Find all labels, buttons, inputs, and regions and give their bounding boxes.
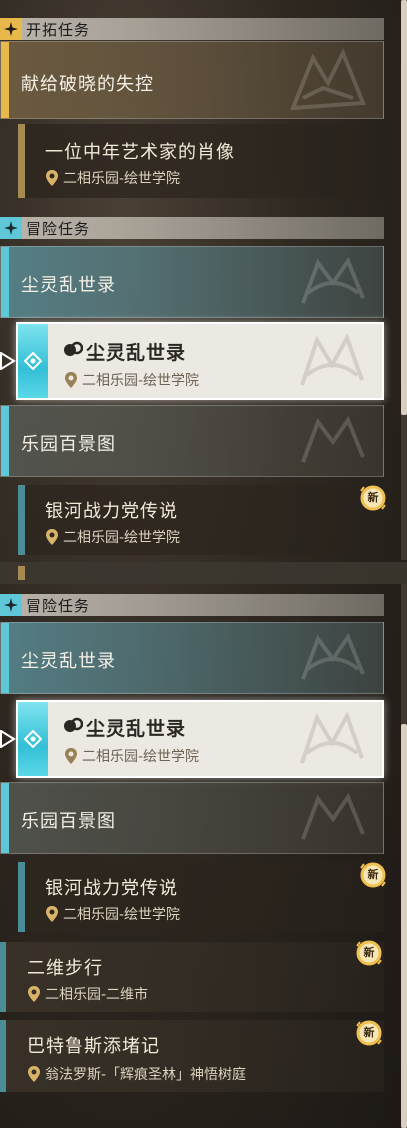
new-badge-icon: 新 [354, 938, 384, 968]
decorative-emblem-icon [289, 48, 366, 111]
decorative-emblem-icon [301, 632, 365, 680]
quest-title: 尘灵乱世录 [86, 718, 187, 740]
new-badge-icon: 新 [358, 860, 388, 890]
scrollbar-thumb[interactable] [401, 0, 407, 415]
selected-quest-item[interactable]: 尘灵乱世录 二相乐园-绘世学院 [16, 322, 384, 400]
location-text: 二相乐园-绘世学院 [82, 373, 200, 389]
decorative-emblem-icon [301, 415, 365, 463]
panel-divider [0, 562, 407, 584]
location-pin-icon [46, 529, 58, 545]
section-title: 开拓任务 [26, 20, 91, 39]
location-pin-icon [46, 906, 58, 922]
selected-accent-block [18, 324, 48, 398]
accent-bar [1, 42, 9, 118]
location-pin-icon [28, 1066, 40, 1082]
quest-accent-bar [18, 862, 25, 932]
accent-bar [1, 406, 9, 476]
quest-location: 翁法罗斯-「辉痕圣林」神悟树庭 [27, 1064, 246, 1084]
accent-bar [1, 623, 9, 693]
quest-location: 二相乐园-绘世学院 [45, 168, 180, 188]
quest-accent-bar [0, 1020, 6, 1092]
quest-item[interactable]: 二维步行 二相乐园-二维市 [0, 942, 384, 1012]
quest-group-title: 献给破晓的失控 [21, 74, 154, 95]
quest-type-icon [64, 341, 83, 356]
quest-item[interactable]: 一位中年艺术家的肖像 二相乐园-绘世学院 [18, 124, 384, 198]
adventure-diamond-icon [0, 594, 22, 616]
quest-group-title: 尘灵乱世录 [21, 651, 116, 672]
location-pin-icon [65, 748, 77, 764]
quest-group-card[interactable]: 乐园百景图 [0, 405, 384, 477]
adventure-diamond-icon [0, 217, 22, 239]
selected-diamond-icon [24, 352, 42, 370]
quest-title: 尘灵乱世录 [86, 342, 187, 364]
quest-group-card[interactable]: 乐园百景图 [0, 782, 384, 854]
quest-group-title: 乐园百景图 [21, 811, 116, 832]
quest-location: 二相乐园-绘世学院 [64, 370, 199, 390]
decorative-emblem-icon [300, 711, 364, 764]
quest-group-title: 尘灵乱世录 [21, 275, 116, 296]
quest-location: 二相乐园-二维市 [27, 984, 148, 1004]
quest-item[interactable]: 银河战力党传说 二相乐园-绘世学院 [18, 485, 384, 555]
quest-title: 银河战力党传说 [45, 878, 178, 899]
quest-accent-bar [18, 124, 25, 198]
quest-list-panel-bottom: 冒险任务 尘灵乱世录 尘灵乱世录 二相乐园-绘世学院 乐园百景图 银河战力党传说… [0, 584, 407, 1128]
quest-group-card[interactable]: 献给破晓的失控 [0, 41, 384, 119]
quest-accent-bar [18, 485, 25, 555]
section-title: 冒险任务 [26, 219, 91, 238]
quest-title: 巴特鲁斯添堵记 [27, 1036, 160, 1057]
decorative-emblem-icon [301, 256, 365, 304]
quest-group-title: 乐园百景图 [21, 434, 116, 455]
location-text: 二相乐园-绘世学院 [63, 907, 181, 923]
trailblaze-star-icon [0, 18, 22, 40]
selected-diamond-icon [24, 730, 42, 748]
decorative-emblem-icon [300, 333, 364, 386]
quest-title: 银河战力党传说 [45, 501, 178, 522]
quest-title: 一位中年艺术家的肖像 [45, 142, 235, 163]
section-header-adventure: 冒险任务 [0, 217, 384, 239]
location-text: 二相乐园-绘世学院 [82, 749, 200, 765]
quest-list-panel-top: 开拓任务 献给破晓的失控 一位中年艺术家的肖像 二相乐园-绘世学院 冒险任务 尘… [0, 0, 407, 560]
quest-type-icon [64, 717, 83, 732]
selected-quest-item[interactable]: 尘灵乱世录 二相乐园-绘世学院 [16, 700, 384, 778]
quest-location: 二相乐园-绘世学院 [64, 746, 199, 766]
new-badge-label: 新 [363, 946, 375, 959]
quest-accent-bar [0, 942, 6, 1012]
quest-location: 二相乐园-绘世学院 [45, 904, 180, 924]
new-badge-label: 新 [367, 868, 379, 881]
decorative-emblem-icon [301, 792, 365, 840]
location-text: 二相乐园-绘世学院 [63, 171, 181, 187]
tracking-arrow-icon [0, 352, 16, 370]
new-badge-label: 新 [363, 1026, 375, 1039]
location-pin-icon [65, 372, 77, 388]
scrollbar-thumb[interactable] [401, 724, 407, 1128]
accent-bar [1, 783, 9, 853]
section-header-trailblaze: 开拓任务 [0, 18, 384, 40]
location-pin-icon [28, 986, 40, 1002]
divider-gold-bar [18, 566, 25, 580]
quest-title: 二维步行 [27, 958, 103, 979]
location-text: 二相乐园-二维市 [45, 987, 149, 1003]
accent-bar [1, 247, 9, 317]
quest-location: 二相乐园-绘世学院 [45, 527, 180, 547]
quest-group-card[interactable]: 尘灵乱世录 [0, 622, 384, 694]
tracking-arrow-icon [0, 730, 16, 748]
quest-item[interactable]: 银河战力党传说 二相乐园-绘世学院 [18, 862, 384, 932]
section-title: 冒险任务 [26, 596, 91, 615]
quest-group-card[interactable]: 尘灵乱世录 [0, 246, 384, 318]
new-badge-icon: 新 [354, 1018, 384, 1048]
quest-item[interactable]: 巴特鲁斯添堵记 翁法罗斯-「辉痕圣林」神悟树庭 [0, 1020, 384, 1092]
location-pin-icon [46, 170, 58, 186]
section-header-adventure: 冒险任务 [0, 594, 384, 616]
new-badge-label: 新 [367, 491, 379, 504]
location-text: 翁法罗斯-「辉痕圣林」神悟树庭 [45, 1067, 247, 1083]
selected-accent-block [18, 702, 48, 776]
new-badge-icon: 新 [358, 483, 388, 513]
location-text: 二相乐园-绘世学院 [63, 530, 181, 546]
